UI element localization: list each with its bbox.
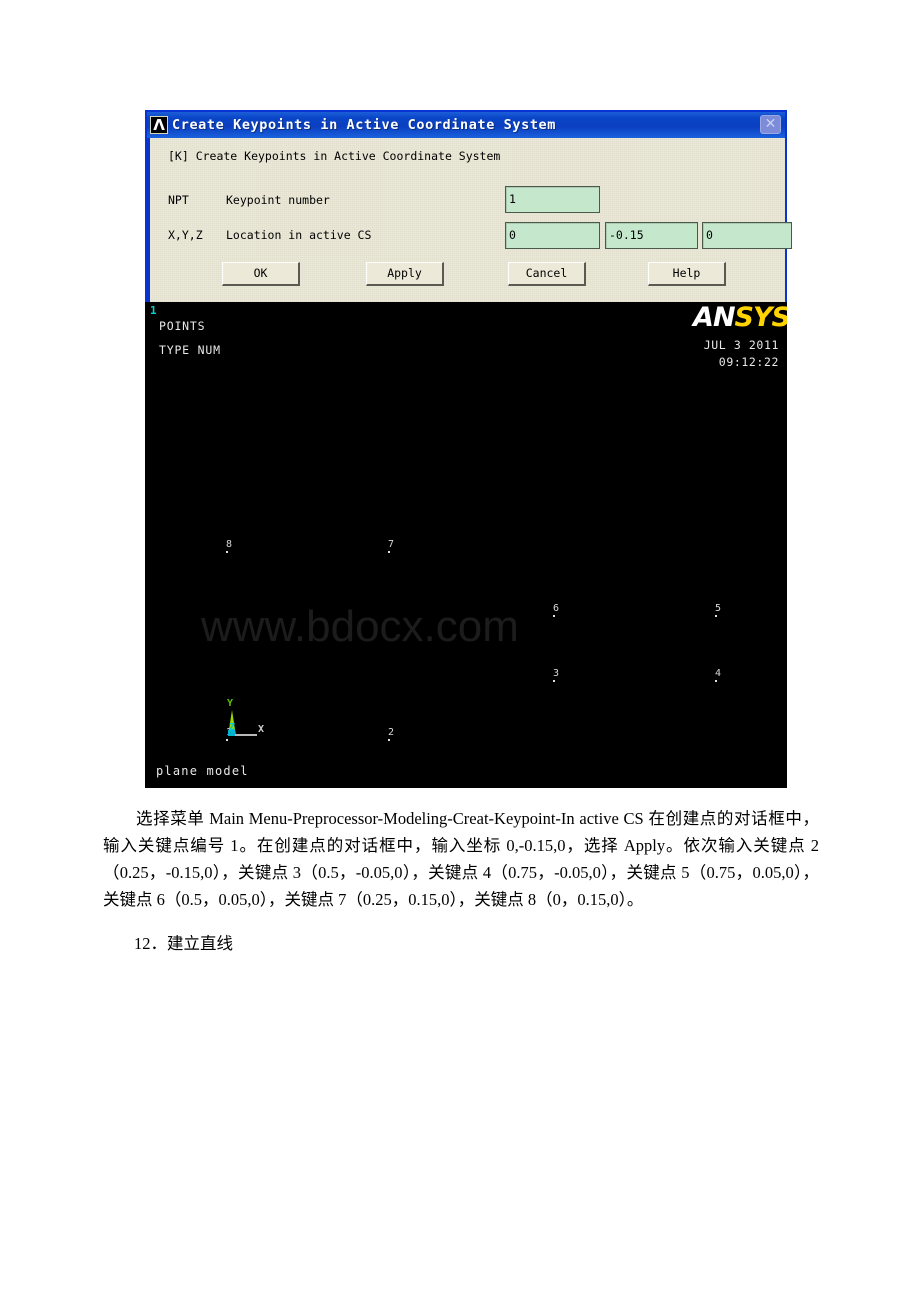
location-z-input[interactable]: 0: [702, 222, 792, 249]
time-label: 09:12:22: [718, 355, 779, 369]
field-row-npt: NPT Keypoint number: [168, 193, 330, 207]
keypoint-number-label: 6: [553, 603, 560, 614]
dialog-body: [K] Create Keypoints in Active Coordinat…: [147, 138, 792, 302]
graphics-footer-title: plane model: [156, 764, 249, 778]
dialog-caption: [K] Create Keypoints in Active Coordinat…: [168, 149, 501, 163]
ansys-logo: ANSYS: [693, 304, 787, 332]
ok-button[interactable]: OK: [222, 262, 300, 286]
keypoint-number-label: 8: [226, 539, 233, 550]
keypoint-dot: [715, 680, 717, 682]
help-button[interactable]: Help: [648, 262, 726, 286]
keypoint-dot: [553, 615, 555, 617]
triad-y-label: Y: [227, 698, 234, 709]
apply-button[interactable]: Apply: [366, 262, 444, 286]
watermark-text: www.bdocx.com: [201, 602, 519, 651]
keypoint-dot: [226, 551, 228, 553]
create-keypoints-dialog: Λ Create Keypoints in Active Coordinate …: [145, 110, 792, 302]
location-y-input[interactable]: -0.15: [605, 222, 698, 249]
close-icon[interactable]: ✕: [760, 115, 781, 134]
type-num-label: TYPE NUM: [159, 343, 221, 357]
keypoint-number-label: 3: [553, 668, 560, 679]
location-x-input[interactable]: 0: [505, 222, 600, 249]
screenshot-figure: Λ Create Keypoints in Active Coordinate …: [145, 110, 792, 788]
ansys-logo-an: AN: [693, 302, 735, 333]
triad-z-label: Z: [229, 722, 236, 733]
ansys-logo-sys: SYS: [734, 302, 787, 333]
body-paragraph: 选择菜单 Main Menu-Preprocessor-Modeling-Cre…: [103, 805, 819, 913]
keypoint-dot: [715, 615, 717, 617]
dialog-title: Create Keypoints in Active Coordinate Sy…: [172, 117, 557, 133]
date-label: JUL 3 2011: [703, 338, 779, 352]
field-label-xyz: Location in active CS: [226, 228, 372, 242]
window-number-label: 1: [150, 304, 157, 317]
section-heading: 12．建立直线: [134, 934, 233, 953]
keypoint-number-label: 2: [388, 727, 395, 738]
paragraph-text: 选择菜单 Main Menu-Preprocessor-Modeling-Cre…: [103, 809, 819, 909]
ansys-graphics-window[interactable]: 1 POINTS TYPE NUM ANSYS JUL 3 2011 09:12…: [145, 302, 787, 788]
coordinate-triad: Y X Z: [225, 698, 275, 742]
field-key-npt: NPT: [168, 193, 189, 207]
keypoint-number-label: 7: [388, 539, 395, 550]
keypoint-number-label: 4: [715, 668, 722, 679]
triad-x-label: X: [258, 724, 265, 735]
keypoint-dot: [388, 551, 390, 553]
dialog-titlebar[interactable]: Λ Create Keypoints in Active Coordinate …: [147, 112, 785, 138]
keypoint-dot: [553, 680, 555, 682]
field-key-xyz: X,Y,Z: [168, 228, 203, 242]
keypoint-number-label: 5: [715, 603, 722, 614]
cancel-button[interactable]: Cancel: [508, 262, 586, 286]
ansys-lambda-icon: Λ: [150, 116, 168, 134]
field-label-npt: Keypoint number: [226, 193, 330, 207]
field-row-xyz: X,Y,Z Location in active CS: [168, 228, 371, 242]
points-label: POINTS: [159, 319, 206, 333]
keypoint-number-input[interactable]: 1: [505, 186, 600, 213]
triad-x-axis: [233, 734, 257, 736]
keypoint-dot: [388, 739, 390, 741]
